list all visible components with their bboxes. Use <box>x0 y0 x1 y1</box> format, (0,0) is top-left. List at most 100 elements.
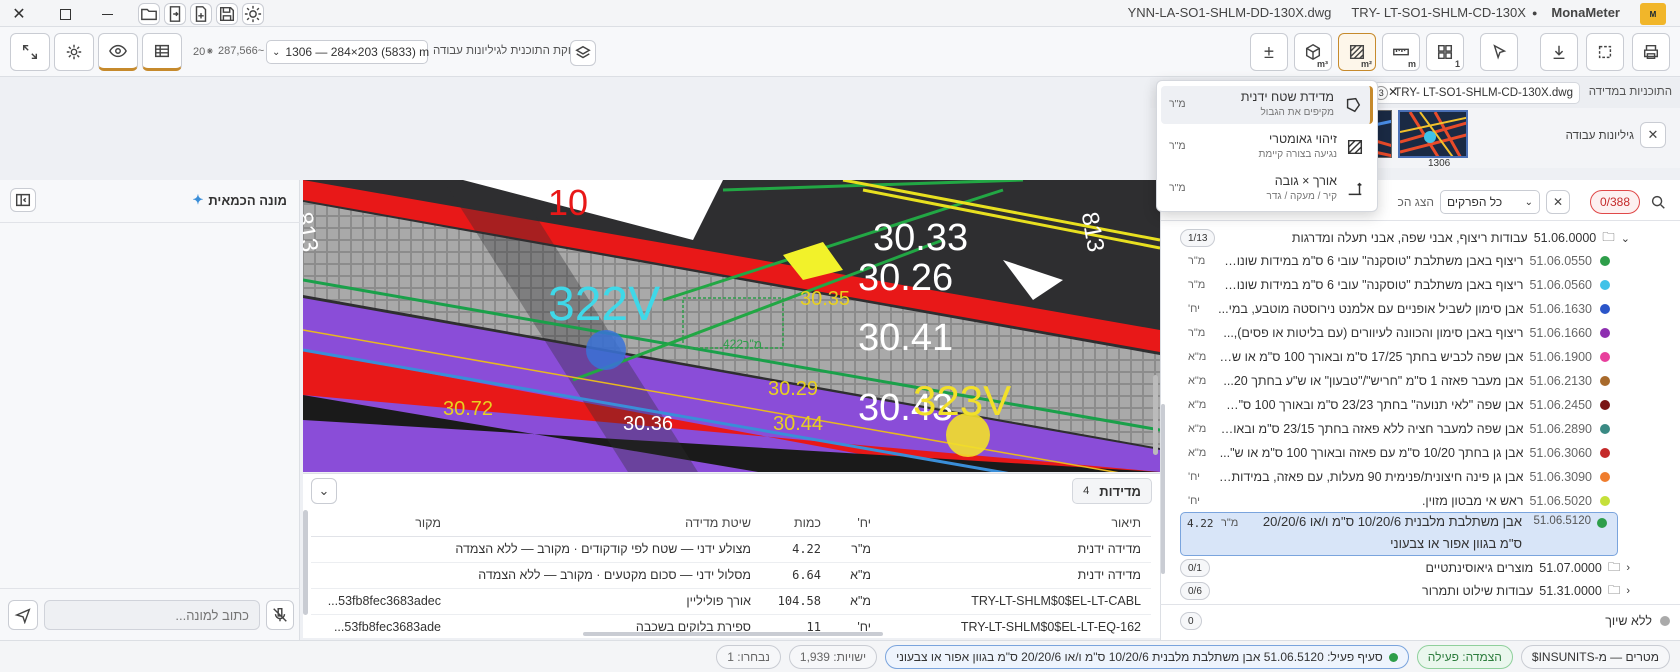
table-row[interactable]: מדידה ידנית מ"ר 4.22 מצולע ידני — שטח לפי ק… <box>311 536 1151 562</box>
table-view-icon[interactable] <box>142 33 182 71</box>
active-dot <box>1388 652 1398 662</box>
fullscreen-icon[interactable] <box>10 33 50 71</box>
save-icon[interactable] <box>216 3 238 25</box>
table-row[interactable]: מדידה ידנית מ"א 6.64 מסלול ידני — סכום מקטע… <box>311 562 1151 588</box>
cad-canvas[interactable]: 30.33 30.26 30.35 30.41 30.43 30.29 30.4… <box>303 180 1160 472</box>
method-cell: מצולע ידני — שטח לפי קודקודים · מקורב — … <box>455 542 751 556</box>
folder-icon[interactable] <box>138 3 160 25</box>
sheet-label-1306: 1306 <box>1428 158 1451 169</box>
group-badge: 0/6 <box>1180 582 1210 600</box>
tree-scrollbar[interactable] <box>1161 404 1165 574</box>
volume-tool-icon[interactable]: m³ <box>1294 33 1332 71</box>
elevation-label: 30.29 <box>768 378 818 400</box>
tree-item[interactable]: 51.06.0560 ריצוף באבן משתלבת "טוסקנה" עוב… <box>1188 274 1610 296</box>
cad-drawing: 30.33 30.26 30.35 30.41 30.43 30.29 30.4… <box>303 180 1160 472</box>
dimension-label: 10 <box>548 182 588 223</box>
tree-item[interactable]: 51.06.3090 אבן גן פינה חיצונית/פנימית 90 … <box>1188 466 1610 488</box>
snap-status[interactable]: הצמדה: פעילה <box>1416 645 1513 669</box>
tree-item[interactable]: 51.06.2450 אבן שפה "לאי תנועה" בחתך 23/23… <box>1188 394 1610 416</box>
theme-sun-icon[interactable] <box>242 3 264 25</box>
length-height-icon <box>1346 180 1364 198</box>
sheet-thumb-1306[interactable] <box>1398 110 1468 158</box>
main-toolbar: 20⁕ 287,566~ ⌄ 1306 — 284×203 (5833) m ח… <box>0 27 1680 77</box>
tree-item[interactable]: 51.06.2890 אבן שפה למעבר חציה ללא פאזה בח… <box>1188 418 1610 440</box>
area-result-label: 422מ"ר <box>723 337 762 351</box>
elevation-label: 30.33 <box>873 217 968 259</box>
unit-cell: מ"א <box>850 568 871 582</box>
chevron-collapsed-icon: ‹ <box>1626 585 1630 597</box>
collapse-chevrons-icon[interactable]: ⌄ <box>311 478 337 504</box>
tree-group-51-06[interactable]: ⌄ 🗀 51.06.0000 עבודות ריצוף, אבני שפה, א… <box>1180 227 1630 249</box>
canvas-scrollbar[interactable] <box>1153 375 1158 455</box>
elevation-label: 30.44 <box>773 413 823 435</box>
file-name-1: YNN-LA-SO1-SHLM-DD-130X.dwg <box>1127 5 1332 20</box>
tree-item[interactable]: 51.06.1900 אבן שפה לכביש בחתך 17/25 ס"מ ו… <box>1188 346 1610 368</box>
table-row[interactable]: TRY-LT-SHLM$0$EL-LT-CABL מ"א 104.58 אורך פו… <box>311 588 1151 614</box>
sheet-label: חלוקת התוכנית לגיליונות עבודה <box>433 45 585 57</box>
tree-item[interactable]: 51.06.1660 ריצוף באבן סימון והכוונה לעיוו… <box>1188 322 1610 344</box>
plus-minus-button[interactable]: ± <box>1250 33 1288 71</box>
menu-item-length-height[interactable]: אורך × גובה קיר / מעקה / גדר מ"ר <box>1161 170 1373 208</box>
description-cell: TRY-LT-SHLM$0$EL-LT-EQ-162 <box>960 620 1141 634</box>
tree-item[interactable]: 51.06.3060 אבן גן בחתך 10/20 ס"מ עם פאזה … <box>1188 442 1610 464</box>
tree-item[interactable]: 51.06.2130 אבן מעבר פאזה 1 ס"מ "חריש"/"טב… <box>1188 370 1610 392</box>
table-scrollbar-v[interactable] <box>303 510 308 615</box>
assistant-panel: ✦ מונה הכמאית <box>0 180 300 640</box>
file-name-2: TRY- LT-SO1-SHLM-CD-130X <box>1351 5 1526 20</box>
mic-off-icon[interactable] <box>266 600 294 630</box>
visibility-eye-icon[interactable] <box>98 33 138 71</box>
unassigned-badge: 0 <box>1180 612 1202 630</box>
elevation-label: 30.26 <box>858 257 953 299</box>
layers-icon[interactable] <box>570 40 596 66</box>
maximize-icon[interactable] <box>54 3 76 25</box>
assistant-input[interactable] <box>44 600 260 630</box>
import-icon[interactable] <box>164 3 186 25</box>
tree-item[interactable]: 51.06.5020 ראש אי מבטון מזוין. יח' <box>1188 490 1610 512</box>
clear-filter-icon[interactable]: ✕ <box>1546 190 1570 214</box>
tree-group-51-31[interactable]: ‹ 🗀 51.31.0000 עבודות שילוט ותמרור 0/6 <box>1180 580 1630 602</box>
tree-item[interactable]: 51.06.0550 ריצוף באבן משתלבת "טוסקנה" עוב… <box>1188 250 1610 272</box>
item-color-dot <box>1600 256 1610 266</box>
close-tab-icon[interactable]: ✕ <box>1388 85 1398 99</box>
tab-plan-1[interactable]: 3 TRY- LT-SO1-SHLM-CD-130X.dwg <box>1367 82 1580 104</box>
tree-item-selected[interactable]: 51.06.5120 אבן משתלבת מלבנית 10/20/6 ס"מ… <box>1180 512 1618 556</box>
item-color-dot <box>1600 352 1610 362</box>
item-color-dot <box>1600 400 1610 410</box>
folder-icon: 🗀 <box>1602 229 1615 244</box>
close-sheets-icon[interactable]: ✕ <box>1640 122 1666 148</box>
sheet-select[interactable]: ⌄ 1306 — 284×203 (5833) m <box>266 40 429 64</box>
count-grid-icon[interactable]: 1 <box>1426 33 1464 71</box>
tree-item[interactable]: 51.06.1630 אבן סימון לשביל אופניים עם אלמ… <box>1188 298 1610 320</box>
download-icon[interactable] <box>1540 33 1578 71</box>
crop-frame-icon[interactable] <box>1586 33 1624 71</box>
collapse-panel-icon[interactable] <box>10 188 36 212</box>
new-file-icon[interactable] <box>190 3 212 25</box>
measures-tab[interactable]: 4 מדידות <box>1072 478 1152 504</box>
length-ruler-icon[interactable]: m <box>1382 33 1420 71</box>
show-all-button[interactable]: הצג הכ <box>1398 190 1434 214</box>
chevron-down-icon: ⌄ <box>272 46 281 58</box>
station-label: 322V <box>548 278 660 331</box>
sheets-label: גיליונות עבודה <box>1565 130 1634 142</box>
chapter-select[interactable]: כל הפרקים ⌄ <box>1440 190 1540 214</box>
print-icon[interactable] <box>1632 33 1670 71</box>
elevation-label: 30.35 <box>800 288 850 310</box>
select-cursor-icon[interactable] <box>1480 33 1518 71</box>
tree-group-51-07[interactable]: ‹ 🗀 51.07.0000 מוצרים גיאוסינתטיים 0/1 <box>1180 557 1630 579</box>
search-icon[interactable] <box>1646 190 1670 214</box>
chevron-expanded-icon: ⌄ <box>1620 232 1630 245</box>
table-scrollbar-h[interactable] <box>583 632 883 636</box>
menu-item-geometric-detect[interactable]: זיהוי גאומטרי נגיעה בצורה קיימת מ"ר <box>1161 128 1373 166</box>
send-icon[interactable] <box>8 600 38 630</box>
chevron-down-icon: ⌄ <box>1524 196 1533 208</box>
selected-count: נבחרו: 1 <box>716 645 781 669</box>
unassigned-dot <box>1660 616 1670 626</box>
area-tool-icon[interactable]: m² <box>1338 33 1376 71</box>
close-icon[interactable]: ✕ <box>8 3 30 25</box>
item-color-dot <box>1600 328 1610 338</box>
settings-gear-icon[interactable] <box>54 33 94 71</box>
coords-readout: 287,566~ <box>218 45 265 57</box>
menu-item-manual-area[interactable]: מדידת שטח ידנית מקיפים את הגבול מ"ר <box>1161 86 1373 124</box>
minimize-icon[interactable] <box>96 3 118 25</box>
tree-unassigned[interactable]: ללא שיוך 0 <box>1180 610 1670 632</box>
